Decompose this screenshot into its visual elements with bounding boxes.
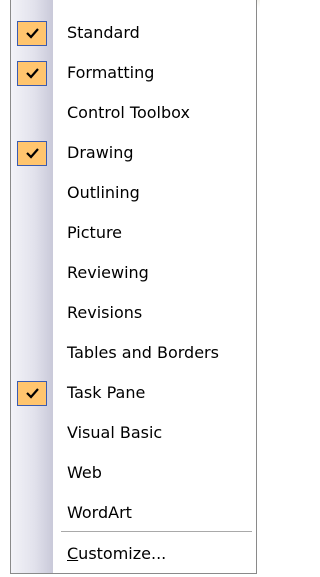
check-highlight xyxy=(17,21,47,46)
menu-item-label: Outlining xyxy=(67,183,140,202)
menu-item-picture[interactable]: Picture xyxy=(11,213,256,253)
menu-item-outlining[interactable]: Outlining xyxy=(11,173,256,213)
menu-item-standard[interactable]: Standard xyxy=(11,13,256,53)
menu-item-wordart[interactable]: WordArt xyxy=(11,493,256,533)
menu-item-label: Drawing xyxy=(67,143,134,162)
menu-item-label: WordArt xyxy=(67,503,132,522)
menu-item-formatting[interactable]: Formatting xyxy=(11,53,256,93)
menu-item-label: Web xyxy=(67,463,102,482)
checkmark-icon xyxy=(26,388,39,399)
menu-item-label: Standard xyxy=(67,23,140,42)
menu-item-visual-basic[interactable]: Visual Basic xyxy=(11,413,256,453)
mnemonic-letter: C xyxy=(67,544,79,563)
toolbars-context-menu: Standard Formatting Control Toolbox Draw… xyxy=(10,0,257,574)
menu-item-label: Reviewing xyxy=(67,263,149,282)
customize-label-rest: ustomize... xyxy=(78,544,167,563)
menu-item-control-toolbox[interactable]: Control Toolbox xyxy=(11,93,256,133)
menu-item-tables-and-borders[interactable]: Tables and Borders xyxy=(11,333,256,373)
menu-item-drawing[interactable]: Drawing xyxy=(11,133,256,173)
menu-separator xyxy=(61,531,252,532)
checkmark-icon xyxy=(26,68,39,79)
menu-items: Standard Formatting Control Toolbox Draw… xyxy=(11,13,256,533)
menu-item-reviewing[interactable]: Reviewing xyxy=(11,253,256,293)
menu-item-task-pane[interactable]: Task Pane xyxy=(11,373,256,413)
menu-item-label: Control Toolbox xyxy=(67,103,190,122)
screenshot-stage: Standard Formatting Control Toolbox Draw… xyxy=(0,0,260,577)
menu-item-label: Revisions xyxy=(67,303,143,322)
menu-item-label: Picture xyxy=(67,223,123,242)
menu-item-label: Task Pane xyxy=(67,383,146,402)
checkmark-icon xyxy=(26,28,39,39)
menu-item-web[interactable]: Web xyxy=(11,453,256,493)
menu-item-label: Visual Basic xyxy=(67,423,163,442)
checkmark-icon xyxy=(26,148,39,159)
menu-item-label: Customize... xyxy=(67,544,166,564)
check-highlight xyxy=(17,141,47,166)
menu-item-label: Formatting xyxy=(67,63,155,82)
window-backdrop xyxy=(0,0,10,577)
check-highlight xyxy=(17,61,47,86)
menu-item-customize[interactable]: Customize... xyxy=(11,535,256,571)
check-highlight xyxy=(17,381,47,406)
menu-item-label: Tables and Borders xyxy=(67,343,219,362)
menu-item-revisions[interactable]: Revisions xyxy=(11,293,256,333)
